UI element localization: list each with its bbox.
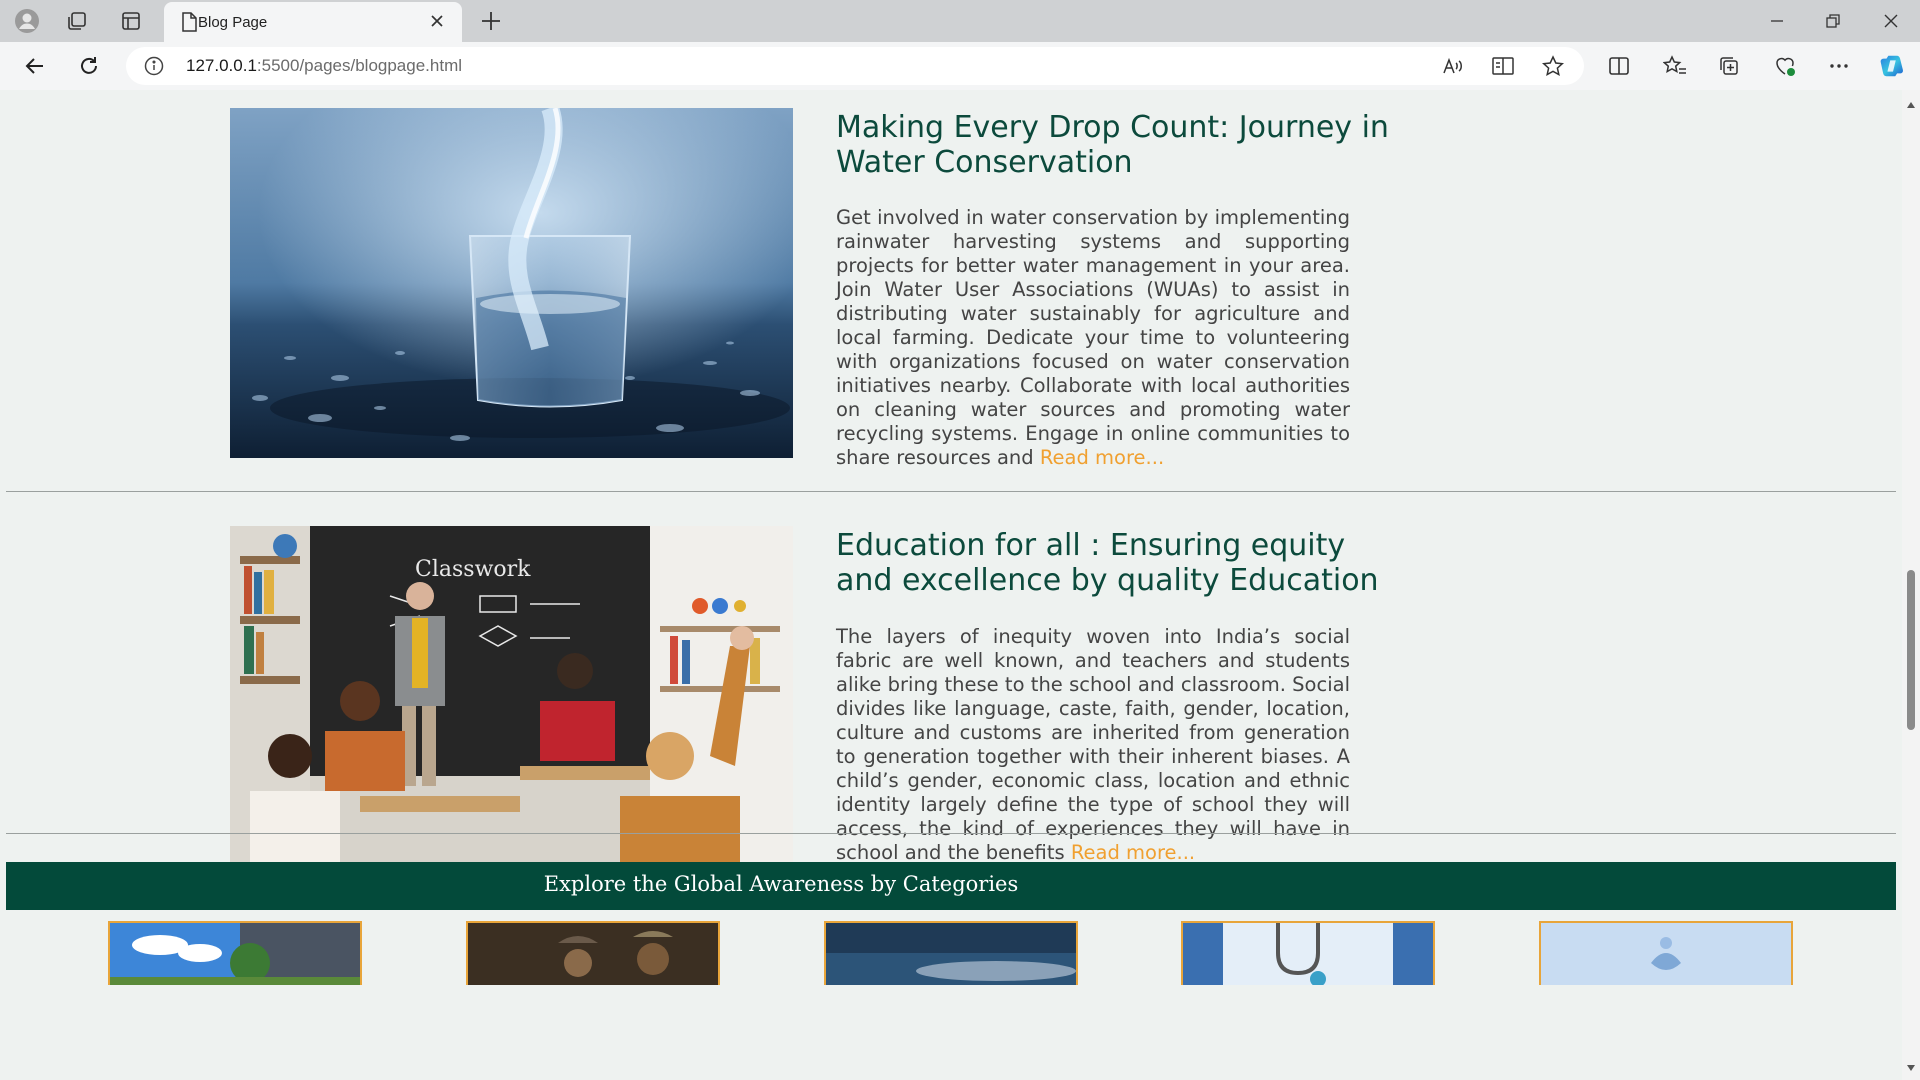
classroom-image: Classwork — [230, 526, 793, 876]
water-glass-image — [230, 108, 793, 458]
tab-active[interactable]: Blog Page — [164, 2, 462, 42]
new-tab-icon[interactable] — [478, 8, 504, 38]
page-viewport: Making Every Drop Count: Journey in Wate… — [0, 90, 1920, 1080]
refresh-icon[interactable] — [76, 53, 102, 79]
post-body: Get involved in water conservation by im… — [836, 206, 1350, 470]
restore-icon[interactable] — [1820, 8, 1846, 34]
category-card-poverty[interactable] — [466, 921, 720, 985]
tab-actions-icon[interactable] — [118, 8, 144, 34]
url-path: :5500/pages/blogpage.html — [256, 56, 463, 75]
read-more-link[interactable]: Read more... — [1071, 841, 1195, 864]
category-card-water[interactable] — [1539, 921, 1793, 985]
post-text: The layers of inequity woven into India’… — [836, 625, 1350, 864]
url-text: 127.0.0.1:5500/pages/blogpage.html — [186, 56, 462, 76]
read-more-link[interactable]: Read more... — [1040, 446, 1164, 469]
split-screen-icon[interactable] — [1606, 53, 1632, 79]
post-title: Making Every Drop Count: Journey in Wate… — [836, 110, 1389, 180]
page-scrollbar[interactable] — [1902, 90, 1920, 1080]
category-card-environment[interactable] — [824, 921, 1078, 985]
tab-bar: Blog Page — [0, 0, 1920, 42]
scroll-down-icon[interactable] — [1906, 1057, 1916, 1076]
page-icon — [180, 12, 198, 36]
tab-title: Blog Page — [198, 14, 268, 31]
post-divider — [6, 491, 1896, 492]
browser-essentials-icon[interactable] — [1772, 53, 1798, 79]
site-info-icon[interactable] — [144, 56, 164, 80]
copilot-icon[interactable] — [1880, 53, 1906, 79]
url-host: 127.0.0.1 — [186, 56, 257, 75]
post-divider — [6, 833, 1896, 834]
back-icon[interactable] — [22, 53, 48, 79]
address-bar: 127.0.0.1:5500/pages/blogpage.html — [0, 42, 1920, 90]
categories-banner: Explore the Global Awareness by Categori… — [6, 862, 1896, 910]
categories-title: Explore the Global Awareness by Categori… — [543, 872, 1019, 896]
read-aloud-icon[interactable] — [1440, 53, 1466, 79]
svg-text:Classwork: Classwork — [415, 557, 531, 582]
close-tab-icon[interactable] — [428, 12, 446, 34]
close-window-icon[interactable] — [1878, 8, 1904, 34]
favorite-star-icon[interactable] — [1540, 53, 1566, 79]
favorites-icon[interactable] — [1662, 53, 1688, 79]
collections-icon[interactable] — [1716, 53, 1742, 79]
post-title: Education for all : Ensuring equity and … — [836, 528, 1379, 598]
more-options-icon[interactable] — [1826, 53, 1852, 79]
category-card-health[interactable] — [1181, 921, 1435, 985]
post-text: Get involved in water conservation by im… — [836, 206, 1350, 469]
profile-icon[interactable] — [14, 8, 40, 34]
workspaces-icon[interactable] — [64, 8, 90, 34]
url-field[interactable]: 127.0.0.1:5500/pages/blogpage.html — [126, 47, 1584, 85]
scroll-up-icon[interactable] — [1906, 94, 1916, 113]
scroll-thumb[interactable] — [1907, 570, 1915, 730]
immersive-reader-icon[interactable] — [1490, 53, 1516, 79]
category-card-climate[interactable] — [108, 921, 362, 985]
minimize-icon[interactable] — [1764, 8, 1790, 34]
post-body: The layers of inequity woven into India’… — [836, 625, 1350, 865]
